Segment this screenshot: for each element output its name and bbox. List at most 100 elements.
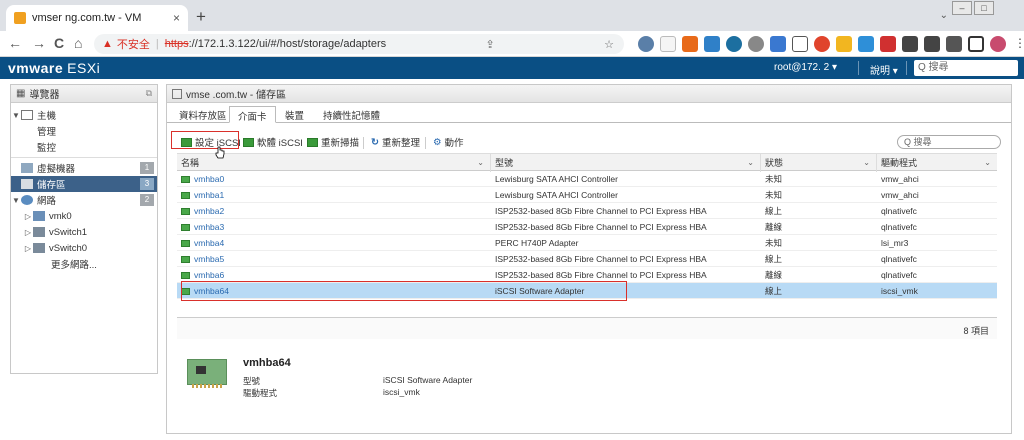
pin-icon[interactable]: ⧉ (146, 88, 152, 99)
storage-icon (21, 179, 33, 189)
toolbar-divider (425, 137, 426, 149)
table-row[interactable]: vmhba0 Lewisburg SATA AHCI Controller 未知 vm… (177, 171, 997, 187)
browser-tab[interactable]: vmser ng.com.tw - VM × (6, 5, 188, 31)
minimize-button[interactable]: – (952, 1, 972, 15)
nav-label: 監控 (37, 143, 57, 154)
cell-name: vmhba4 (177, 235, 491, 251)
hba-icon (181, 240, 190, 248)
collapse-arrow-icon[interactable]: ▼ (11, 111, 21, 120)
software-iscsi-button[interactable]: 軟體 iSCSI (243, 135, 303, 149)
sort-icon[interactable]: ⌄ (477, 154, 484, 172)
puzzle-icon[interactable] (924, 36, 940, 52)
extensions-bar: ⋮ (638, 36, 1024, 52)
media-icon[interactable] (946, 36, 962, 52)
extension-icon[interactable] (836, 36, 852, 52)
header-search-input[interactable]: Q 搜尋 (914, 60, 1018, 76)
sort-icon[interactable]: ⌄ (863, 154, 870, 172)
bookmark-star-icon[interactable]: ☆ (604, 38, 614, 51)
help-menu[interactable]: 說明 ▾ (870, 62, 898, 77)
detail-panel: vmhba64 型號 iSCSI Software Adapter 驅動程式 i… (177, 353, 777, 413)
extension-icon[interactable] (880, 36, 896, 52)
table-body: vmhba0 Lewisburg SATA AHCI Controller 未知 vm… (177, 171, 997, 299)
sort-icon[interactable]: ⌄ (984, 154, 991, 172)
expand-arrow-icon[interactable]: ▷ (23, 244, 33, 253)
table-row[interactable]: vmhba2 ISP2532-based 8Gb Fibre Channel to… (177, 203, 997, 219)
cell-status-text: 離線 (765, 270, 783, 280)
column-header-driver[interactable]: 驅動程式 ⌄ (877, 154, 997, 172)
cell-name-text: vmhba4 (194, 238, 225, 248)
forward-button[interactable]: → (32, 35, 46, 51)
detail-label-driver: 驅動程式 (243, 388, 278, 398)
tab-datastores[interactable]: 資料存放區 (171, 106, 235, 123)
actions-button[interactable]: ⚙ 動作 (433, 135, 464, 150)
menu-icon[interactable]: ⋮ (1012, 36, 1024, 52)
expand-arrow-icon[interactable]: ▷ (23, 212, 33, 221)
nav-item-more-networks[interactable]: 更多網路... (11, 256, 157, 272)
nav-label: 虛擬機器 (37, 164, 76, 175)
table-search-input[interactable]: Q 搜尋 (897, 135, 1001, 149)
sidepanel-icon[interactable] (968, 36, 984, 52)
back-button[interactable]: ← (8, 35, 22, 51)
nav-label: vmk0 (49, 210, 72, 222)
sort-icon[interactable]: ⌄ (747, 154, 754, 172)
share-icon[interactable]: ⇪ (486, 38, 495, 51)
cell-name: vmhba5 (177, 251, 491, 267)
reload-button[interactable]: C (54, 35, 64, 51)
cell-model-text: ISP2532-based 8Gb Fibre Channel to PCI E… (495, 206, 707, 216)
cell-driver: iscsi_vmk (877, 283, 997, 299)
extension-icon[interactable] (770, 36, 786, 52)
column-header-status[interactable]: 狀態 ⌄ (761, 154, 877, 172)
nav-item-storage[interactable]: 儲存區 3 (11, 176, 157, 192)
hba-icon (181, 272, 190, 280)
extension-icon[interactable] (748, 36, 764, 52)
toolbar-divider (363, 137, 364, 149)
extension-icon[interactable] (902, 36, 918, 52)
tab-persistent-memory[interactable]: 持續性記憶體 (315, 106, 388, 123)
refresh-button[interactable]: ↻ 重新整理 (371, 135, 420, 150)
cell-name: vmhba1 (177, 187, 491, 203)
cell-model: ISP2532-based 8Gb Fibre Channel to PCI E… (491, 251, 761, 267)
table-row[interactable]: vmhba1 Lewisburg SATA AHCI Controller 未知 vm… (177, 187, 997, 203)
nav-item-monitor[interactable]: 監控 (11, 139, 157, 155)
extension-icon[interactable] (726, 36, 742, 52)
cell-status-text: 離線 (765, 222, 783, 232)
collapse-arrow-icon[interactable]: ▼ (11, 196, 21, 205)
window-controls: – □ (952, 1, 994, 15)
maximize-button[interactable]: □ (974, 1, 994, 15)
nav-item-host[interactable]: ▼ 主機 (11, 107, 157, 123)
rescan-button[interactable]: 重新掃描 (307, 135, 359, 149)
nav-label: 管理 (37, 127, 57, 138)
table-row[interactable]: vmhba5 ISP2532-based 8Gb Fibre Channel to… (177, 251, 997, 267)
extension-icon[interactable] (638, 36, 654, 52)
tab-adapters[interactable]: 介面卡 (229, 106, 276, 123)
extension-icon[interactable] (792, 36, 808, 52)
expand-arrow-icon[interactable]: ▷ (23, 228, 33, 237)
extension-icon[interactable] (814, 36, 830, 52)
table-row[interactable]: vmhba3 ISP2532-based 8Gb Fibre Channel to… (177, 219, 997, 235)
tab-search-icon[interactable]: ⌄ (940, 10, 948, 21)
cell-name-text: vmhba5 (194, 254, 225, 264)
toolbar: 設定 iSCSI 軟體 iSCSI 重新掃描 ↻ 重新整理 ⚙ 動作 (167, 133, 1011, 151)
extension-icon[interactable] (858, 36, 874, 52)
user-menu[interactable]: root@172. 2 ▾ (774, 62, 837, 73)
main-panel: vmse .com.tw - 儲存區 資料存放區 介面卡 裝置 持續性記憶體 設… (166, 84, 1012, 434)
avatar[interactable] (990, 36, 1006, 52)
column-header-model[interactable]: 型號 ⌄ (491, 154, 761, 172)
new-tab-button[interactable]: + (196, 7, 206, 27)
home-button[interactable]: ⌂ (74, 35, 82, 51)
nav-item-vmk0[interactable]: ▷ vmk0 (11, 208, 157, 224)
tab-close-icon[interactable]: × (173, 11, 180, 25)
extension-icon[interactable] (704, 36, 720, 52)
url-bar[interactable]: ▲ 不安全 | https ://172.1.3.122/ui/#/host/s… (94, 34, 624, 54)
nav-item-vms[interactable]: 虛擬機器 1 (11, 160, 157, 176)
extension-icon[interactable] (660, 36, 676, 52)
vm-icon (21, 163, 33, 173)
nav-item-network[interactable]: ▼ 網路 2 (11, 192, 157, 208)
table-row[interactable]: vmhba4 PERC H740P Adapter 未知 lsi_mr3 (177, 235, 997, 251)
nav-item-manage[interactable]: 管理 (11, 123, 157, 139)
tab-devices[interactable]: 裝置 (277, 106, 312, 123)
tab-strip: 資料存放區 介面卡 裝置 持續性記憶體 (167, 103, 1011, 123)
extension-icon[interactable] (682, 36, 698, 52)
nav-item-vswitch0[interactable]: ▷ vSwitch0 (11, 240, 157, 256)
nav-item-vswitch1[interactable]: ▷ vSwitch1 (11, 224, 157, 240)
